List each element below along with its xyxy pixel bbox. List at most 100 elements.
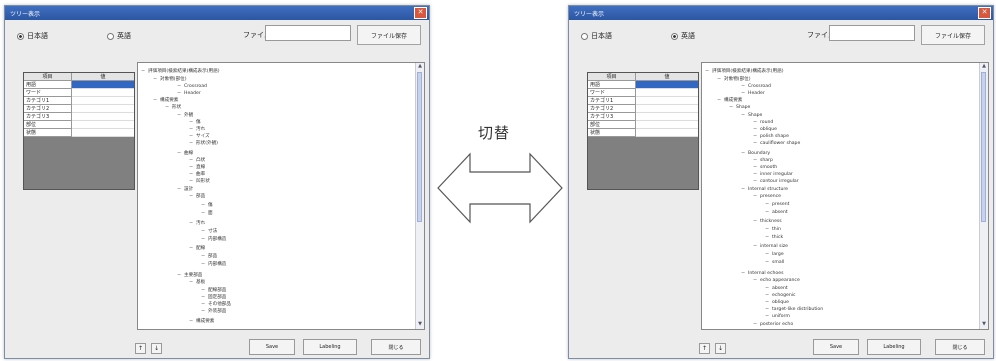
tree-node[interactable]: 形状(外観)	[196, 141, 218, 146]
tree-expander-icon[interactable]: −	[189, 127, 193, 132]
tree-expander-icon[interactable]: −	[189, 179, 193, 184]
tree-node[interactable]: 対象物(部位)	[724, 77, 751, 82]
tree-node[interactable]: Internal echoes	[748, 271, 783, 276]
scroll-up-arrow-icon[interactable]: ▲	[416, 63, 424, 71]
tree-expander-icon[interactable]: −	[201, 237, 205, 242]
move-down-button[interactable]: ↓	[151, 343, 162, 354]
tree-expander-icon[interactable]: −	[753, 278, 757, 283]
tree-expander-icon[interactable]: −	[741, 151, 745, 156]
tree-node[interactable]: 外装部品	[208, 309, 226, 314]
tree-node[interactable]: 傷	[208, 203, 213, 208]
tree-expander-icon[interactable]: −	[201, 211, 205, 216]
scroll-down-arrow-icon[interactable]: ▼	[416, 321, 424, 329]
tree-node[interactable]: 部品	[196, 194, 205, 199]
tree-node[interactable]: Internal structure	[748, 187, 788, 192]
tree-node[interactable]: 評価項目(検索結果)構成表示(用語)	[148, 69, 219, 74]
table-row[interactable]: カテゴリ2	[588, 105, 698, 113]
tree-node[interactable]: 内部構造	[208, 237, 226, 242]
scroll-down-arrow-icon[interactable]: ▼	[980, 321, 988, 329]
radio-japanese[interactable]: 日本語	[17, 31, 48, 41]
tree-expander-icon[interactable]: −	[717, 77, 721, 82]
tree-node[interactable]: target-like distribution	[772, 307, 823, 312]
table-row[interactable]: カテゴリ3	[588, 113, 698, 121]
save-button[interactable]: Save	[249, 339, 295, 355]
tree-node[interactable]: Crossroad	[748, 84, 771, 89]
tree-expander-icon[interactable]: −	[201, 229, 205, 234]
vertical-scrollbar[interactable]: ▲ ▼	[979, 63, 988, 329]
tree-expander-icon[interactable]: −	[729, 105, 733, 110]
tree-expander-icon[interactable]: −	[189, 319, 193, 324]
tree-expander-icon[interactable]: −	[189, 246, 193, 251]
tree-node[interactable]: 外観	[184, 113, 193, 118]
tree-node[interactable]: 汚れ	[196, 127, 205, 132]
tree-node[interactable]: サイズ	[196, 134, 210, 139]
tree-expander-icon[interactable]: −	[741, 91, 745, 96]
tree-expander-icon[interactable]: −	[765, 286, 769, 291]
radio-english[interactable]: 英語	[107, 31, 131, 41]
tree-node[interactable]: sharp	[760, 158, 773, 163]
table-row[interactable]: ワード	[24, 89, 134, 97]
tree-expander-icon[interactable]: −	[189, 120, 193, 125]
table-cell-value[interactable]	[636, 81, 698, 89]
tree-node[interactable]: 設計	[184, 187, 193, 192]
tree-expander-icon[interactable]: −	[153, 77, 157, 82]
tree-expander-icon[interactable]: −	[189, 172, 193, 177]
tree-node[interactable]: 対象物(部位)	[160, 77, 187, 82]
labeling-button[interactable]: Labeling	[303, 339, 357, 355]
tree-expander-icon[interactable]: −	[141, 69, 145, 74]
tree-node[interactable]: 曲線	[184, 151, 193, 156]
tree-expander-icon[interactable]: −	[753, 219, 757, 224]
tree-node[interactable]: cauliflower shape	[760, 141, 800, 146]
tree-node[interactable]: 主要部品	[184, 273, 202, 278]
tree-node[interactable]: polish shape	[760, 134, 789, 139]
table-row[interactable]: カテゴリ1	[24, 97, 134, 105]
tree-expander-icon[interactable]: −	[201, 254, 205, 259]
table-cell-value[interactable]	[636, 89, 698, 97]
tree-expander-icon[interactable]: −	[741, 187, 745, 192]
tree-expander-icon[interactable]: −	[189, 134, 193, 139]
tree-node[interactable]: 面	[208, 211, 213, 216]
close-icon[interactable]: ✕	[414, 7, 427, 19]
table-row[interactable]: 用語	[588, 81, 698, 89]
tree-node[interactable]: 凸状	[196, 158, 205, 163]
tree-expander-icon[interactable]: −	[201, 288, 205, 293]
tree-node[interactable]: Boundary	[748, 151, 770, 156]
scroll-thumb[interactable]	[981, 72, 986, 222]
table-row[interactable]: カテゴリ1	[588, 97, 698, 105]
tree-node[interactable]: oblique	[772, 300, 789, 305]
table-cell-value[interactable]	[72, 113, 134, 121]
tree-expander-icon[interactable]: −	[201, 309, 205, 314]
scroll-up-arrow-icon[interactable]: ▲	[980, 63, 988, 71]
tree-node[interactable]: 直線	[196, 165, 205, 170]
table-cell-value[interactable]	[72, 81, 134, 89]
tree-expander-icon[interactable]: −	[741, 271, 745, 276]
table-cell-value[interactable]	[636, 121, 698, 129]
table-row[interactable]: 用語	[24, 81, 134, 89]
tree-node[interactable]: その他部品	[208, 302, 231, 307]
tree-expander-icon[interactable]: −	[201, 302, 205, 307]
tree-expander-icon[interactable]: −	[765, 300, 769, 305]
table-row[interactable]: カテゴリ2	[24, 105, 134, 113]
tree-expander-icon[interactable]: −	[201, 262, 205, 267]
tree-node[interactable]: 寸法	[208, 229, 217, 234]
tree-expander-icon[interactable]: −	[177, 273, 181, 278]
tree-expander-icon[interactable]: −	[717, 98, 721, 103]
table-cell-value[interactable]	[636, 129, 698, 137]
tree-node[interactable]: small	[772, 260, 784, 265]
tree-expander-icon[interactable]: −	[753, 322, 757, 327]
radio-english[interactable]: 英語	[671, 31, 695, 41]
tree-node[interactable]: 傷	[196, 120, 201, 125]
tree-node[interactable]: absent	[772, 286, 788, 291]
tree-node[interactable]: Header	[184, 91, 201, 96]
tree-node[interactable]: 内部構造	[208, 262, 226, 267]
tree-node[interactable]: echo appearance	[760, 278, 800, 283]
tree-node[interactable]: 曲率	[196, 172, 205, 177]
tree-expander-icon[interactable]: −	[189, 158, 193, 163]
tree-expander-icon[interactable]: −	[753, 120, 757, 125]
file-name-input[interactable]	[829, 25, 915, 41]
tree-expander-icon[interactable]: −	[765, 314, 769, 319]
tree-expander-icon[interactable]: −	[765, 252, 769, 257]
tree-expander-icon[interactable]: −	[765, 227, 769, 232]
tree-node[interactable]: round	[760, 120, 773, 125]
table-cell-value[interactable]	[72, 121, 134, 129]
